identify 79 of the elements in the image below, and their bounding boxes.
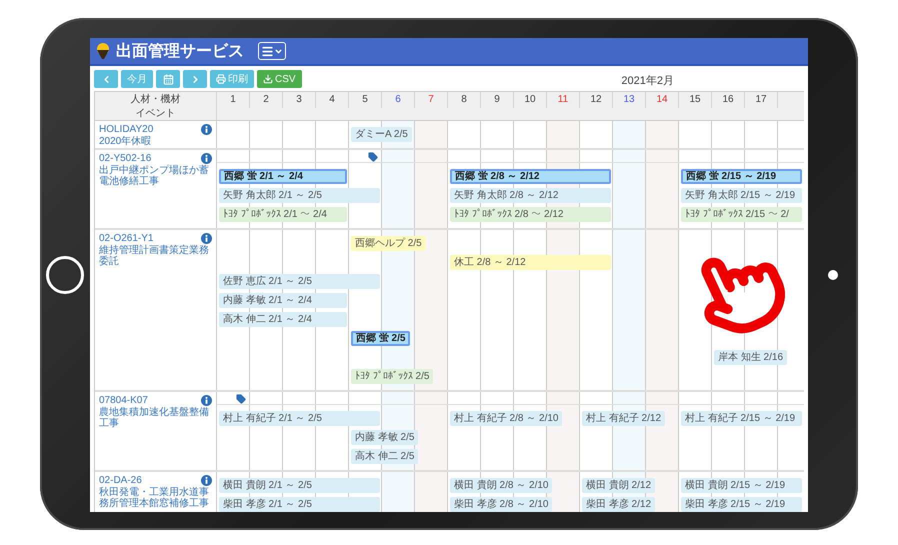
- staff-assignment-bar[interactable]: 高木 伸二 2/1 ～ 2/4: [219, 312, 347, 327]
- staff-assignment-bar[interactable]: 柴田 孝彦 2/8 ～ 2/10: [450, 497, 552, 512]
- leader-assignment-bar[interactable]: 西郷 蛍 2/15 ～ 2/19: [681, 169, 802, 184]
- project-code-link[interactable]: 02-DA-26: [99, 475, 142, 486]
- leader-assignment-bar[interactable]: 西郷 蛍 2/5: [351, 331, 410, 346]
- staff-assignment-bar[interactable]: 矢野 角太郎 2/15 ～ 2/19: [681, 188, 802, 203]
- event-header: イベント: [95, 108, 217, 120]
- day-number: 3: [283, 92, 316, 108]
- info-icon[interactable]: [201, 475, 212, 486]
- project-code-link[interactable]: 02-O261-Y1: [99, 233, 154, 244]
- equipment-assignment-bar[interactable]: ﾄﾖﾀ ﾌﾟﾛﾎﾞｯｸｽ 2/5: [351, 369, 434, 384]
- project-code-link[interactable]: HOLIDAY20: [99, 124, 154, 135]
- staff-assignment-bar[interactable]: 柴田 孝彦 2/1 ～ 2/5: [219, 497, 380, 512]
- staff-assignment-bar[interactable]: 矢野 角太郎 2/8 ～ 2/12: [450, 188, 611, 203]
- project-name: 農地集積加速化基盤整備工事: [99, 407, 210, 429]
- staff-assignment-bar[interactable]: 内藤 孝敏 2/5: [351, 430, 418, 445]
- project-name: 2020年休暇: [99, 136, 152, 147]
- staff-assignment-bar[interactable]: 横田 貴朗 2/1 ～ 2/5: [219, 478, 380, 493]
- project-name: 維持管理計画書策定業務委託: [99, 245, 210, 267]
- staff-assignment-bar[interactable]: 矢野 角太郎 2/1 ～ 2/5: [219, 188, 380, 203]
- staff-assignment-bar[interactable]: 岸本 知生 2/16: [714, 350, 788, 365]
- staff-assignment-bar[interactable]: 横田 貴朗 2/8 ～ 2/10: [450, 478, 552, 493]
- resource-header: 人材・機材: [95, 92, 217, 108]
- day-number: 7: [415, 92, 448, 108]
- staff-assignment-bar[interactable]: 村上 有紀子 2/1 ～ 2/5: [219, 411, 380, 426]
- leader-assignment-bar[interactable]: 西郷 蛍 2/1 ～ 2/4: [219, 169, 347, 184]
- day-number: 14: [646, 92, 679, 108]
- staff-assignment-bar[interactable]: 村上 有紀子 2/12: [582, 411, 666, 426]
- project-code-link[interactable]: 02-Y502-16: [99, 153, 152, 164]
- day-number: 6: [382, 92, 415, 108]
- equipment-assignment-bar[interactable]: ﾄﾖﾀ ﾌﾟﾛﾎﾞｯｸｽ 2/15 ～ 2/: [681, 207, 802, 222]
- menu-button[interactable]: [258, 42, 286, 60]
- camera-dot: [828, 270, 838, 280]
- day-number: 17: [745, 92, 778, 108]
- staff-assignment-bar[interactable]: 高木 伸二 2/5: [351, 449, 418, 464]
- day-number: 16: [712, 92, 745, 108]
- staff-assignment-bar[interactable]: 柴田 孝彦 2/12: [582, 497, 656, 512]
- month-label: 2021年2月: [621, 74, 674, 88]
- day-number: 9: [481, 92, 514, 108]
- staff-assignment-bar[interactable]: 柴田 孝彦 2/15 ～ 2/19: [681, 497, 802, 512]
- menu-icon: [261, 44, 274, 58]
- info-icon[interactable]: [201, 124, 212, 135]
- day-number: 12: [580, 92, 613, 108]
- caret-icon: [274, 46, 283, 56]
- project-name: 出戸中継ポンプ場ほか蓄電池修繕工事: [99, 165, 210, 187]
- staff-assignment-bar[interactable]: 横田 貴朗 2/15 ～ 2/19: [681, 478, 802, 493]
- tag-icon[interactable]: [236, 394, 246, 404]
- staff-assignment-bar[interactable]: 内藤 孝敏 2/1 ～ 2/4: [219, 293, 347, 308]
- day-number: 15: [679, 92, 712, 108]
- day-number: 10: [514, 92, 547, 108]
- day-number: 2: [250, 92, 283, 108]
- sun-logo-icon: [94, 42, 112, 60]
- staff-assignment-bar[interactable]: 村上 有紀子 2/8 ～ 2/10: [450, 411, 562, 426]
- day-number: 11: [547, 92, 580, 108]
- day-number: 5: [349, 92, 382, 108]
- project-name: 秋田発電・工業用水道事務所管理本館窓補修工事: [99, 487, 210, 509]
- calendar-icon: [162, 74, 174, 84]
- staff-assignment-bar[interactable]: 佐野 恵広 2/1 ～ 2/5: [219, 274, 380, 289]
- info-icon[interactable]: [201, 395, 212, 406]
- printer-icon: [216, 74, 226, 84]
- leader-assignment-bar[interactable]: 西郷 蛍 2/8 ～ 2/12: [450, 169, 611, 184]
- notice-bar[interactable]: 休工 2/8 ～ 2/12: [450, 255, 611, 270]
- day-number: 8: [448, 92, 481, 108]
- day-number: 13: [613, 92, 646, 108]
- notice-bar[interactable]: 西郷ヘルプ 2/5: [351, 236, 426, 251]
- staff-assignment-bar[interactable]: 横田 貴朗 2/12: [582, 478, 656, 493]
- info-icon[interactable]: [201, 153, 212, 164]
- equipment-assignment-bar[interactable]: ﾄﾖﾀ ﾌﾟﾛﾎﾞｯｸｽ 2/8 ～ 2/12: [450, 207, 611, 222]
- download-icon: [263, 74, 273, 84]
- staff-assignment-bar[interactable]: ダミーA 2/5: [351, 127, 412, 142]
- info-icon[interactable]: [201, 233, 212, 244]
- app-title: 出面管理サービス: [116, 42, 244, 62]
- home-button[interactable]: [46, 256, 84, 294]
- tag-icon[interactable]: [368, 152, 378, 162]
- equipment-assignment-bar[interactable]: ﾄﾖﾀ ﾌﾟﾛﾎﾞｯｸｽ 2/1 ～ 2/4: [219, 207, 347, 222]
- project-code-link[interactable]: 07804-K07: [99, 395, 148, 406]
- staff-assignment-bar[interactable]: 村上 有紀子 2/15 ～ 2/19: [681, 411, 802, 426]
- day-number: 1: [217, 92, 250, 108]
- day-number: 4: [316, 92, 349, 108]
